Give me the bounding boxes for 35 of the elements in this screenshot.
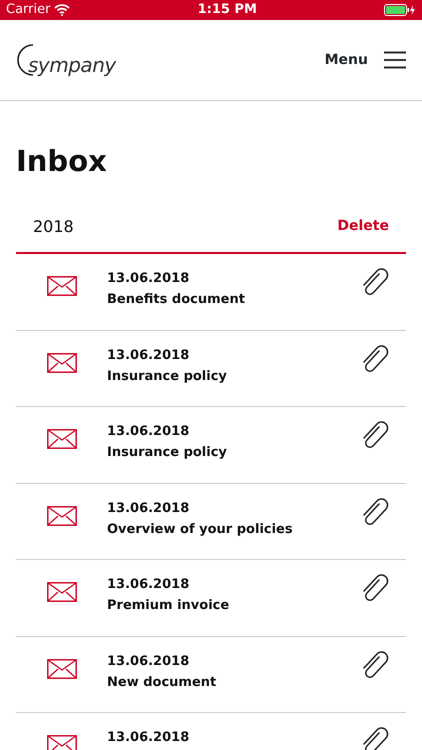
message-date: 13.06.2018	[107, 346, 190, 364]
message-subject: New document	[107, 674, 218, 692]
message-date: 13.06.2018	[107, 576, 190, 594]
envelope-icon	[47, 658, 77, 678]
message-row[interactable]: 13.06.2018 Overview of your policies	[16, 484, 406, 560]
envelope-icon	[47, 352, 77, 372]
message-subject: Premium invoice	[107, 597, 230, 615]
envelope-icon	[47, 735, 77, 750]
message-subject: Overview of your policies	[107, 520, 294, 538]
envelope-icon	[47, 276, 77, 296]
message-row[interactable]: 13.06.2018	[16, 713, 406, 750]
delete-button[interactable]: Delete	[337, 216, 389, 237]
message-row[interactable]: 13.06.2018 Benefits document	[16, 254, 406, 330]
message-subject: Benefits document	[107, 291, 246, 309]
message-subject: Insurance policy	[107, 444, 228, 462]
message-date: 13.06.2018	[107, 652, 190, 670]
logo-text: sympany	[28, 52, 116, 79]
message-row[interactable]: 13.06.2018 Insurance policy	[16, 407, 406, 484]
envelope-icon	[47, 429, 77, 449]
message-date: 13.06.2018	[107, 500, 190, 518]
message-row[interactable]: 13.06.2018 New document	[16, 636, 406, 713]
message-row[interactable]: 13.06.2018 Premium invoice	[16, 560, 406, 636]
message-date: 13.06.2018	[107, 729, 190, 747]
message-date: 13.06.2018	[107, 423, 190, 441]
carrier-label: Carrier	[6, 1, 50, 20]
envelope-icon	[47, 582, 77, 602]
status-time: 1:15 PM	[198, 1, 257, 20]
message-date: 13.06.2018	[107, 270, 190, 288]
menu-icon	[384, 51, 406, 69]
year-label: 2018	[33, 216, 74, 238]
envelope-icon	[47, 506, 77, 526]
message-row[interactable]: 13.06.2018 Insurance policy	[16, 330, 406, 407]
menu-button[interactable]: Menu	[324, 50, 406, 70]
page-title: Inbox	[16, 143, 108, 179]
message-subject: Insurance policy	[107, 368, 228, 386]
